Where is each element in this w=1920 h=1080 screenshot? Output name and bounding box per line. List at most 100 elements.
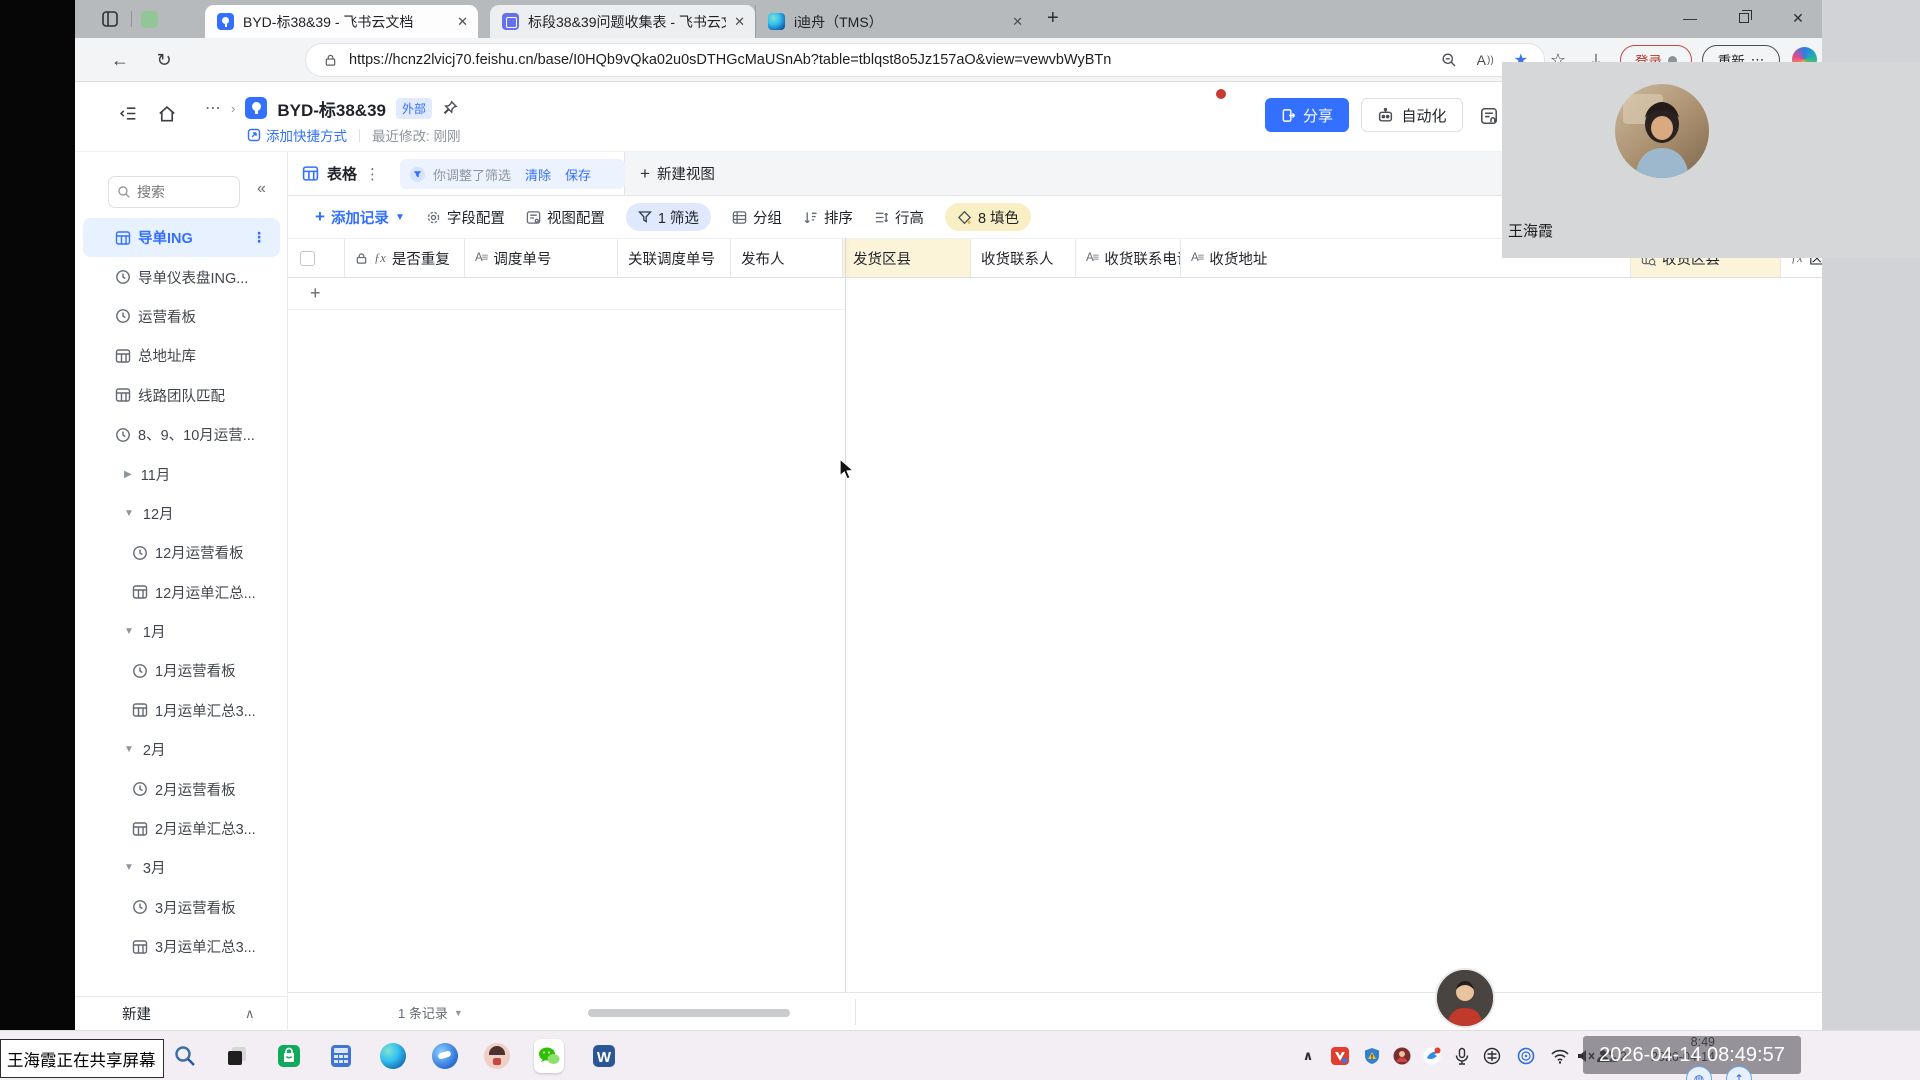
chevron-down-icon[interactable]: ▼ [124,744,134,755]
sidebar-item-3月运单汇总3...[interactable]: 3月运单汇总3... [75,927,288,966]
taskbar-icon-store[interactable] [274,1041,304,1071]
column-header-收货联系人[interactable]: 收货联系人 [971,239,1076,277]
sidebar-item-1月运营看板[interactable]: 1月运营看板 [75,651,288,690]
window-close-button[interactable]: ✕ [1775,0,1821,36]
taskbar-icon-wechat[interactable] [534,1041,564,1071]
back-icon[interactable]: ← [107,47,133,73]
sidebar-group-12月[interactable]: ▼12月 [75,494,288,533]
tray-icon-ifly[interactable] [1514,1046,1538,1066]
tray-icon-bird-app[interactable] [1420,1046,1444,1066]
add-shortcut-button[interactable]: 添加快捷方式 [247,125,347,145]
column-header-发布人[interactable]: 发布人 [731,239,843,277]
field-config-button[interactable]: 字段配置 [426,207,505,228]
sidebar-group-3月[interactable]: ▼3月 [75,848,288,887]
tray-icon-ime[interactable] [1480,1046,1504,1066]
home-icon[interactable] [157,104,177,129]
tray-icon-microphone[interactable] [1450,1046,1474,1066]
tray-icon-contact[interactable] [1390,1046,1414,1066]
share-button[interactable]: 分享 [1265,98,1349,132]
add-row-button[interactable]: + [288,278,845,310]
tray-icon-red-app[interactable] [1328,1046,1352,1066]
sidebar-item-2月运营看板[interactable]: 2月运营看板 [75,769,288,808]
taskbar-icon-edge[interactable] [378,1041,408,1071]
browser-tab-3[interactable]: i迪舟（TMS）✕ [755,5,1033,38]
collapse-sidebar-icon[interactable]: « [257,180,266,198]
document-title-row: ⋯ › BYD-标38&39 外部 [205,96,458,120]
taskbar-icon-word[interactable]: W [589,1041,619,1071]
advanced-permissions-icon[interactable] [1479,106,1499,131]
pin-icon[interactable] [442,100,458,116]
tray-icon-wifi[interactable] [1548,1046,1572,1066]
horizontal-scrollbar[interactable] [588,1009,790,1017]
sidebar-new-button[interactable]: 新建 ∧ [75,996,287,1030]
sidebar-group-2月[interactable]: ▼2月 [75,730,288,769]
column-header-收货联系电话[interactable]: A≡收货联系电话 [1076,239,1181,277]
new-view-button[interactable]: + 新建视图 [640,152,715,195]
save-filter-button[interactable]: 保存 [565,165,591,184]
clear-filter-button[interactable]: 清除 [525,165,551,184]
taskbar-icon-calculator[interactable] [326,1041,356,1071]
search-input[interactable] [137,184,217,200]
add-record-button[interactable]: + 添加记录 ▼ [315,207,405,228]
pinned-tab-icon[interactable] [141,11,158,28]
column-header-调度单号[interactable]: A≡调度单号 [465,239,618,277]
tab-close-icon[interactable]: ✕ [734,14,745,30]
view-menu-icon[interactable]: ⋮ [365,165,380,183]
column-header-关联调度单号[interactable]: 关联调度单号 [618,239,731,277]
sidebar-item-2月运单汇总3...[interactable]: 2月运单汇总3... [75,809,288,848]
taskbar-icon-task-view[interactable] [222,1041,252,1071]
item-menu-icon[interactable]: ⋮ [252,229,266,246]
chevron-down-icon[interactable]: ▼ [124,862,134,873]
sidebar-item-3月运营看板[interactable]: 3月运营看板 [75,888,288,927]
zoom-out-icon[interactable] [1441,52,1457,68]
column-header-是否重复[interactable]: ƒx是否重复 [345,239,465,277]
participant-webcam-bubble[interactable] [1435,968,1495,1028]
chevron-down-icon[interactable]: ▼ [124,508,134,519]
tab-workspaces-icon[interactable] [99,8,121,30]
record-count[interactable]: 1 条记录 ▼ [398,1003,463,1022]
sidebar-item-运营看板[interactable]: 运营看板 [75,297,288,336]
automation-button[interactable]: 自动化 [1361,98,1463,132]
group-button[interactable]: 分组 [732,207,782,228]
taskbar-icon-browser-blue[interactable] [430,1041,460,1071]
tray-icon-security-shield[interactable] [1360,1046,1384,1066]
sidebar-item-1月运单汇总3...[interactable]: 1月运单汇总3... [75,691,288,730]
filter-button[interactable]: 1 筛选 [626,203,711,231]
window-minimize-button[interactable]: — [1667,0,1713,36]
sidebar-item-线路团队匹配[interactable]: 线路团队匹配 [75,376,288,415]
sidebar-item-导单仪表盘ING...[interactable]: 导单仪表盘ING... [75,257,288,296]
taskbar-icon-search[interactable] [170,1041,200,1071]
row-height-button[interactable]: 行高 [874,207,924,228]
row-checkbox[interactable] [300,251,315,266]
view-config-button[interactable]: 视图配置 [526,207,605,228]
sidebar-item-12月运营看板[interactable]: 12月运营看板 [75,533,288,572]
browser-tab-1[interactable]: BYD-标38&39 - 飞书云文档✕ [205,5,478,38]
sidebar-item-导单ING[interactable]: 导单ING⋮ [83,218,280,257]
browser-tab-2[interactable]: 标段38&39问题收集表 - 飞书云文✕ [490,5,755,38]
fill-color-button[interactable]: 8 填色 [945,203,1031,231]
sidebar-search-box[interactable] [108,176,240,208]
sidebar-item-12月运单汇总...[interactable]: 12月运单汇总... [75,573,288,612]
tray-icon-chevron-up[interactable]: ∧ [1296,1046,1320,1066]
url-field[interactable]: https://hcnz2lvicj70.feishu.cn/base/I0HQ… [305,43,1545,77]
view-tab-grid[interactable]: 表格 ⋮ [302,163,380,184]
sidebar-group-1月[interactable]: ▼1月 [75,612,288,651]
collapse-nav-icon[interactable] [119,104,138,128]
window-restore-button[interactable] [1721,0,1767,36]
breadcrumb-more-icon[interactable]: ⋯ [205,98,221,118]
sidebar-item-label: 总地址库 [138,345,196,366]
chevron-down-icon[interactable]: ▼ [124,626,134,637]
sort-button[interactable]: 排序 [803,207,853,228]
tab-close-icon[interactable]: ✕ [1012,14,1023,30]
sidebar-group-11月[interactable]: ▶11月 [75,454,288,493]
read-aloud-icon[interactable]: A)) [1477,52,1494,68]
column-header-发货区县[interactable]: 发货区县 [843,239,971,277]
sidebar-item-总地址库[interactable]: 总地址库 [75,336,288,375]
chevron-right-icon[interactable]: ▶ [124,469,132,480]
new-tab-button[interactable]: + [1047,7,1059,30]
taskbar-icon-app-pink[interactable] [482,1041,512,1071]
sidebar-item-8、9、10月运营...[interactable]: 8、9、10月运营... [75,415,288,454]
refresh-icon[interactable]: ↻ [151,47,177,73]
tab-close-icon[interactable]: ✕ [457,14,468,30]
chevron-up-icon[interactable]: ∧ [245,1006,255,1022]
